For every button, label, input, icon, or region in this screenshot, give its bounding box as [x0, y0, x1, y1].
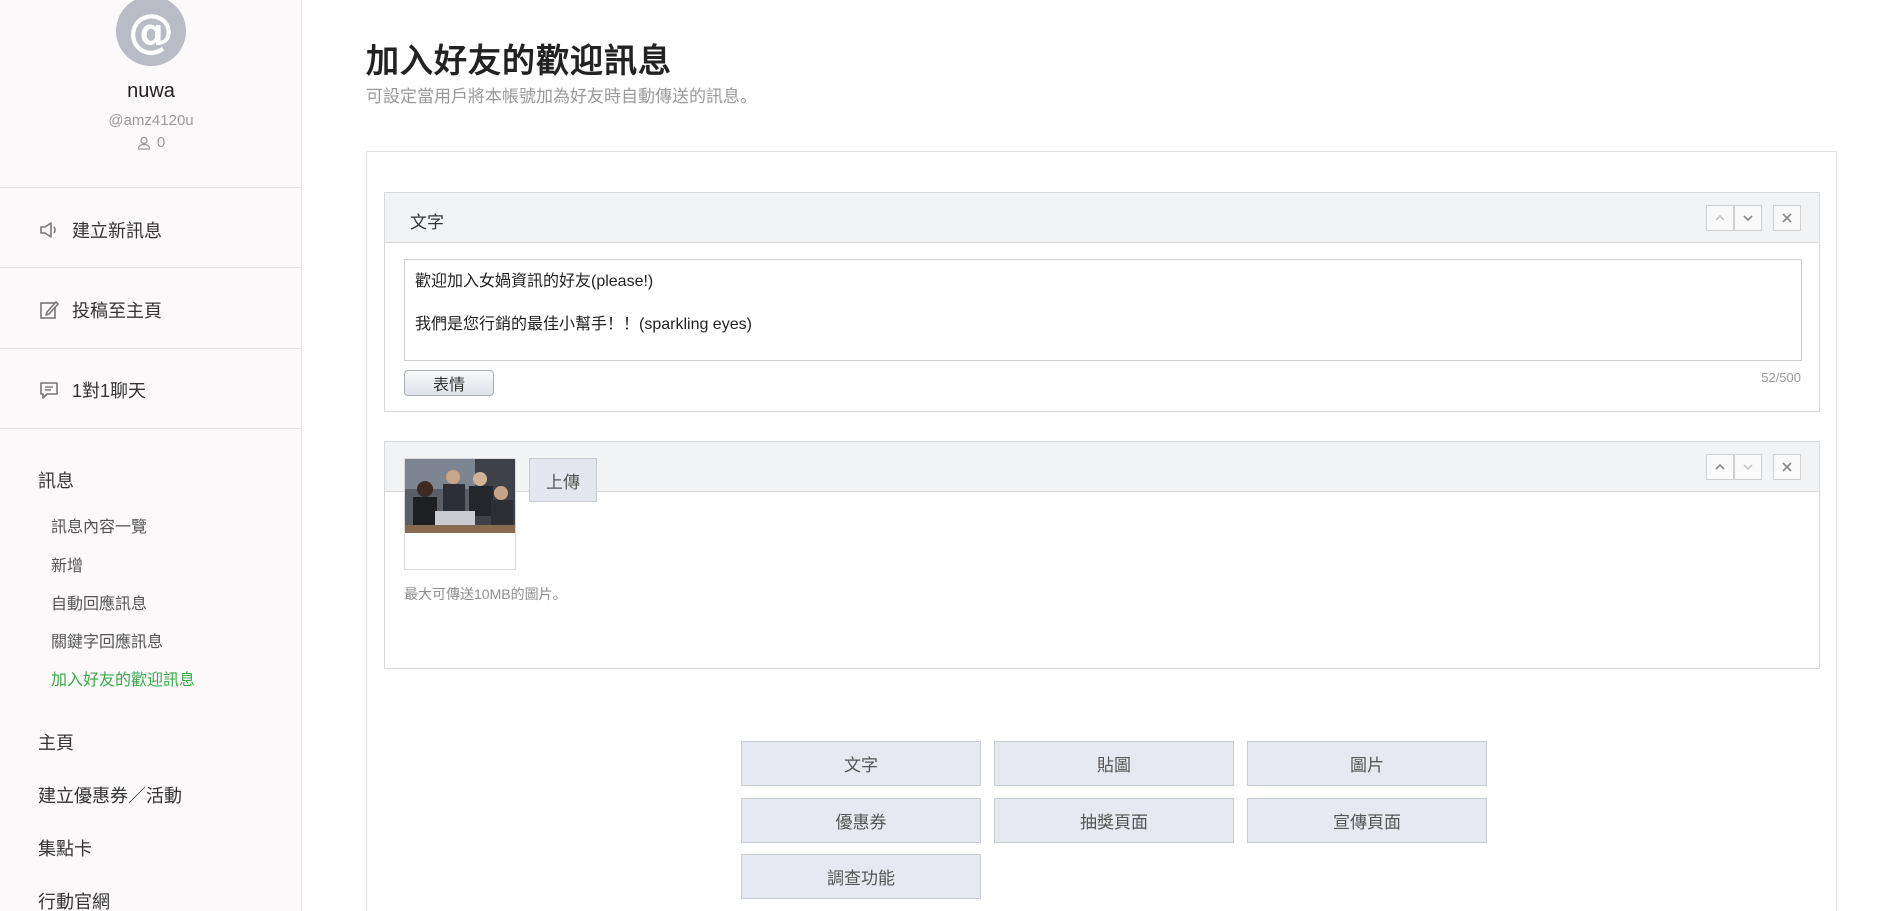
char-count: 52/500	[1761, 370, 1801, 385]
image-panel: 圖片 上傳 最大可傳送10MB的圖片。	[384, 441, 1820, 669]
meeting-photo	[405, 459, 515, 533]
section-point-card[interactable]: 集點卡	[38, 835, 92, 861]
message-line: 歡迎加入女媧資訊的好友(please!)	[415, 273, 654, 290]
image-panel-header: 圖片	[385, 442, 1819, 492]
section-mobile-site[interactable]: 行動官網	[38, 888, 110, 911]
friend-count-value: 0	[156, 134, 166, 151]
add-promo-page-button[interactable]: 宣傳頁面	[1247, 798, 1487, 843]
delete-block-button[interactable]	[1773, 205, 1801, 231]
move-up-button[interactable]	[1706, 205, 1734, 231]
add-coupon-button[interactable]: 優惠券	[741, 798, 981, 843]
close-icon	[1782, 462, 1792, 472]
person-icon	[137, 136, 150, 150]
upload-button[interactable]: 上傳	[529, 458, 597, 502]
section-coupon-event[interactable]: 建立優惠券／活動	[38, 782, 182, 808]
sidebar-item-welcome-message[interactable]: 加入好友的歡迎訊息	[51, 666, 195, 690]
add-lottery-page-button[interactable]: 抽獎頁面	[994, 798, 1234, 843]
move-up-button[interactable]	[1706, 454, 1734, 480]
sidebar-item-new[interactable]: 新增	[51, 552, 83, 576]
image-thumbnail[interactable]	[404, 458, 516, 570]
move-down-button[interactable]	[1734, 454, 1762, 480]
divider	[0, 428, 302, 429]
text-panel-title: 文字	[410, 213, 444, 232]
account-id: @amz4120u	[108, 112, 194, 129]
nav-post-home[interactable]: 投稿至主頁	[38, 297, 162, 323]
add-sticker-button[interactable]: 貼圖	[994, 741, 1234, 786]
add-survey-button[interactable]: 調查功能	[741, 854, 981, 899]
section-home[interactable]: 主頁	[38, 729, 74, 755]
page-title: 加入好友的歡迎訊息	[366, 42, 672, 79]
nav-post-home-label: 投稿至主頁	[72, 301, 162, 321]
chevron-down-icon	[1743, 215, 1753, 222]
at-icon: @	[128, 4, 174, 58]
chevron-up-icon	[1715, 214, 1725, 221]
friend-count: 0	[0, 134, 302, 151]
sidebar-item-auto-reply[interactable]: 自動回應訊息	[51, 590, 147, 614]
nav-create-message-label: 建立新訊息	[72, 221, 162, 241]
megaphone-icon	[40, 222, 56, 238]
add-image-button[interactable]: 圖片	[1247, 741, 1487, 786]
chevron-down-icon	[1743, 464, 1753, 471]
add-text-button[interactable]: 文字	[741, 741, 981, 786]
text-panel-header: 文字	[385, 193, 1819, 243]
sidebar-item-message-list[interactable]: 訊息內容一覽	[51, 513, 147, 537]
account-avatar[interactable]: @	[116, 0, 186, 66]
message-text-input[interactable]: 歡迎加入女媧資訊的好友(please!) 我們是您行銷的最佳小幫手！！(spar…	[404, 259, 1802, 361]
emoji-button[interactable]: 表情	[404, 370, 494, 396]
image-size-note: 最大可傳送10MB的圖片。	[404, 586, 567, 602]
nav-one-on-one-chat[interactable]: 1對1聊天	[38, 377, 146, 403]
chevron-up-icon	[1715, 463, 1725, 470]
move-down-button[interactable]	[1734, 205, 1762, 231]
divider	[0, 267, 302, 268]
page-subtitle: 可設定當用戶將本帳號加為好友時自動傳送的訊息。	[366, 87, 757, 106]
sidebar-item-keyword-reply[interactable]: 關鍵字回應訊息	[51, 628, 163, 652]
chat-icon	[40, 382, 58, 399]
divider	[0, 187, 302, 188]
account-name: nuwa	[127, 80, 175, 102]
nav-one-on-one-chat-label: 1對1聊天	[72, 381, 147, 401]
message-line: 我們是您行銷的最佳小幫手！！(sparkling eyes)	[415, 316, 752, 333]
delete-block-button[interactable]	[1773, 454, 1801, 480]
text-panel: 文字 歡迎加入女媧資訊的好友(please!) 我們是您行銷的最佳小幫手！！(s…	[384, 192, 1820, 412]
edit-icon	[40, 301, 59, 319]
section-message[interactable]: 訊息	[38, 467, 74, 493]
nav-create-message[interactable]: 建立新訊息	[38, 217, 162, 243]
close-icon	[1782, 213, 1792, 223]
sidebar: @ nuwa @amz4120u 0 建立新訊息 投稿至主頁 1對1聊天 訊息 …	[0, 0, 302, 911]
divider	[0, 348, 302, 349]
